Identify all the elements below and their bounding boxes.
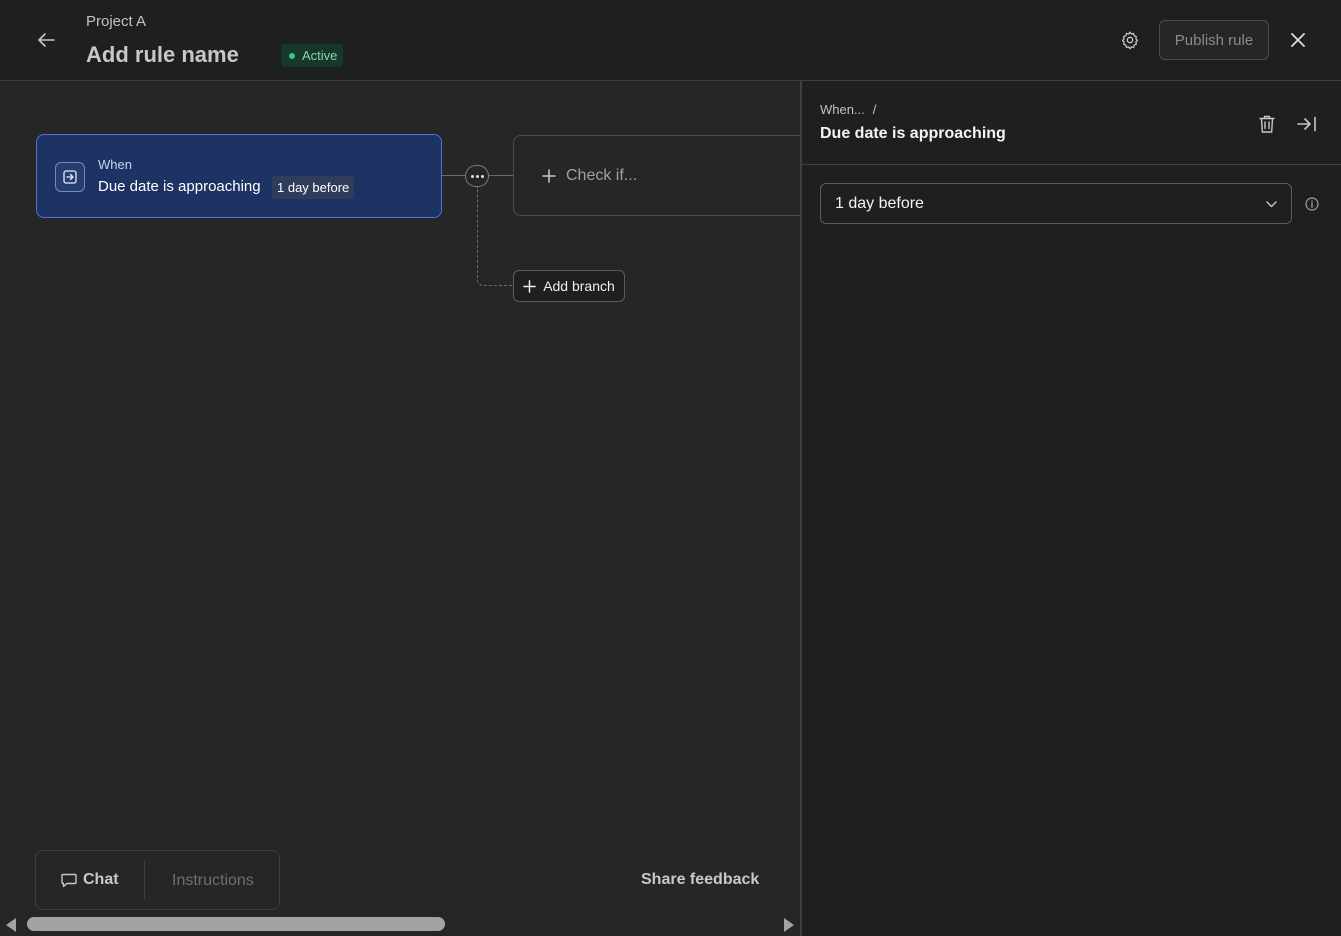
branch-connector xyxy=(477,187,513,286)
share-feedback-link[interactable]: Share feedback xyxy=(641,871,759,889)
add-branch-button[interactable]: Add branch xyxy=(513,270,625,302)
scroll-right-arrow-icon[interactable] xyxy=(784,918,794,932)
connector-line xyxy=(442,175,465,176)
status-dot-icon xyxy=(289,52,295,59)
workflow-canvas[interactable]: When Due date is approaching 1 day befor… xyxy=(0,81,800,936)
dot-icon xyxy=(480,174,484,178)
tab-instructions[interactable]: Instructions xyxy=(172,872,254,890)
check-if-card[interactable]: Check if... xyxy=(513,135,800,216)
gear-icon xyxy=(1121,31,1139,50)
project-name: Project A xyxy=(86,13,147,30)
panel-header: When... / Due date is approaching xyxy=(802,81,1341,165)
info-button[interactable] xyxy=(1302,194,1322,214)
settings-button[interactable] xyxy=(1114,24,1146,56)
dot-icon xyxy=(470,174,474,178)
rule-builder-app: Project A Add rule name Active Publish r… xyxy=(0,0,1341,936)
arrow-left-icon xyxy=(38,33,55,47)
assistant-tabs: Chat Instructions xyxy=(35,850,280,910)
breadcrumb-parent[interactable]: When... xyxy=(820,102,865,117)
timing-select-value: 1 day before xyxy=(835,194,924,212)
horizontal-scrollbar[interactable] xyxy=(0,913,800,936)
dot-icon xyxy=(475,174,479,178)
close-icon xyxy=(1291,33,1305,47)
panel-title: Due date is approaching xyxy=(820,125,1006,142)
trigger-title: Due date is approaching xyxy=(98,178,261,195)
trash-icon xyxy=(1259,115,1275,133)
chat-bubble-icon xyxy=(61,873,77,888)
plus-icon xyxy=(523,279,537,293)
trigger-chip: 1 day before xyxy=(272,176,355,199)
more-options-button[interactable] xyxy=(465,165,489,187)
breadcrumb-separator: / xyxy=(872,102,877,117)
scroll-thumb[interactable] xyxy=(27,917,445,931)
trigger-enter-icon xyxy=(63,170,77,184)
rule-name-title[interactable]: Add rule name xyxy=(86,42,239,68)
check-if-label: Check if... xyxy=(566,166,638,184)
connector-line xyxy=(489,175,513,176)
collapse-right-icon xyxy=(1297,116,1316,132)
delete-button[interactable] xyxy=(1254,111,1280,137)
plus-icon xyxy=(542,168,556,183)
close-button[interactable] xyxy=(1282,24,1314,56)
trigger-when-label: When xyxy=(98,157,132,172)
trigger-icon-box xyxy=(55,162,85,192)
trigger-card[interactable]: When Due date is approaching 1 day befor… xyxy=(36,134,442,218)
timing-select[interactable]: 1 day before xyxy=(820,183,1292,224)
back-button[interactable] xyxy=(30,24,62,56)
status-badge: Active xyxy=(281,44,344,67)
info-icon xyxy=(1305,197,1319,211)
scroll-left-arrow-icon[interactable] xyxy=(6,918,16,932)
collapse-panel-button[interactable] xyxy=(1294,111,1320,137)
top-header: Project A Add rule name Active Publish r… xyxy=(0,0,1341,81)
tab-chat[interactable]: Chat xyxy=(60,871,119,889)
breadcrumb: When... / xyxy=(820,102,876,117)
trigger-settings-panel: When... / Due date is approaching 1 day … xyxy=(800,81,1341,936)
add-branch-label: Add branch xyxy=(543,278,615,294)
tab-chat-label: Chat xyxy=(83,871,119,888)
status-label: Active xyxy=(302,48,338,63)
tab-divider xyxy=(144,860,145,900)
publish-rule-button[interactable]: Publish rule xyxy=(1159,20,1269,60)
chevron-down-icon xyxy=(1265,198,1277,210)
